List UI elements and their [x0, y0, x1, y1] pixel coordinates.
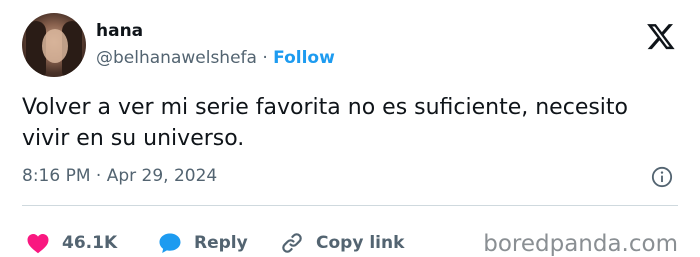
- handle-separator: ·: [262, 48, 268, 68]
- reply-label: Reply: [194, 233, 248, 253]
- copy-link-button[interactable]: Copy link: [280, 231, 404, 255]
- timestamp-separator: ·: [95, 166, 102, 186]
- x-logo-icon[interactable]: [646, 21, 676, 51]
- like-count: 46.1K: [62, 233, 118, 253]
- user-handle[interactable]: @belhanawelshefa: [96, 48, 257, 68]
- tweet-time: 8:16 PM: [22, 166, 91, 186]
- like-button[interactable]: 46.1K: [26, 232, 117, 254]
- handle-row: @belhanawelshefa · Follow: [96, 48, 335, 68]
- follow-button[interactable]: Follow: [273, 48, 335, 68]
- tweet-timestamp[interactable]: 8:16 PM · Apr 29, 2024: [22, 166, 217, 186]
- avatar-face: [42, 29, 68, 63]
- divider: [22, 205, 678, 206]
- tweet-text: Volver a ver mi serie favorita no es suf…: [22, 95, 629, 151]
- heart-icon: [27, 234, 49, 254]
- link-icon: [282, 233, 302, 253]
- avatar[interactable]: [22, 13, 86, 77]
- speech-bubble-icon: [159, 233, 181, 253]
- user-display-name[interactable]: hana: [96, 21, 143, 41]
- reply-button[interactable]: Reply: [158, 232, 248, 254]
- copy-link-label: Copy link: [316, 233, 405, 253]
- tweet-date: Apr 29, 2024: [106, 166, 218, 186]
- watermark: boredpanda.com: [483, 231, 678, 257]
- info-icon[interactable]: [651, 166, 673, 188]
